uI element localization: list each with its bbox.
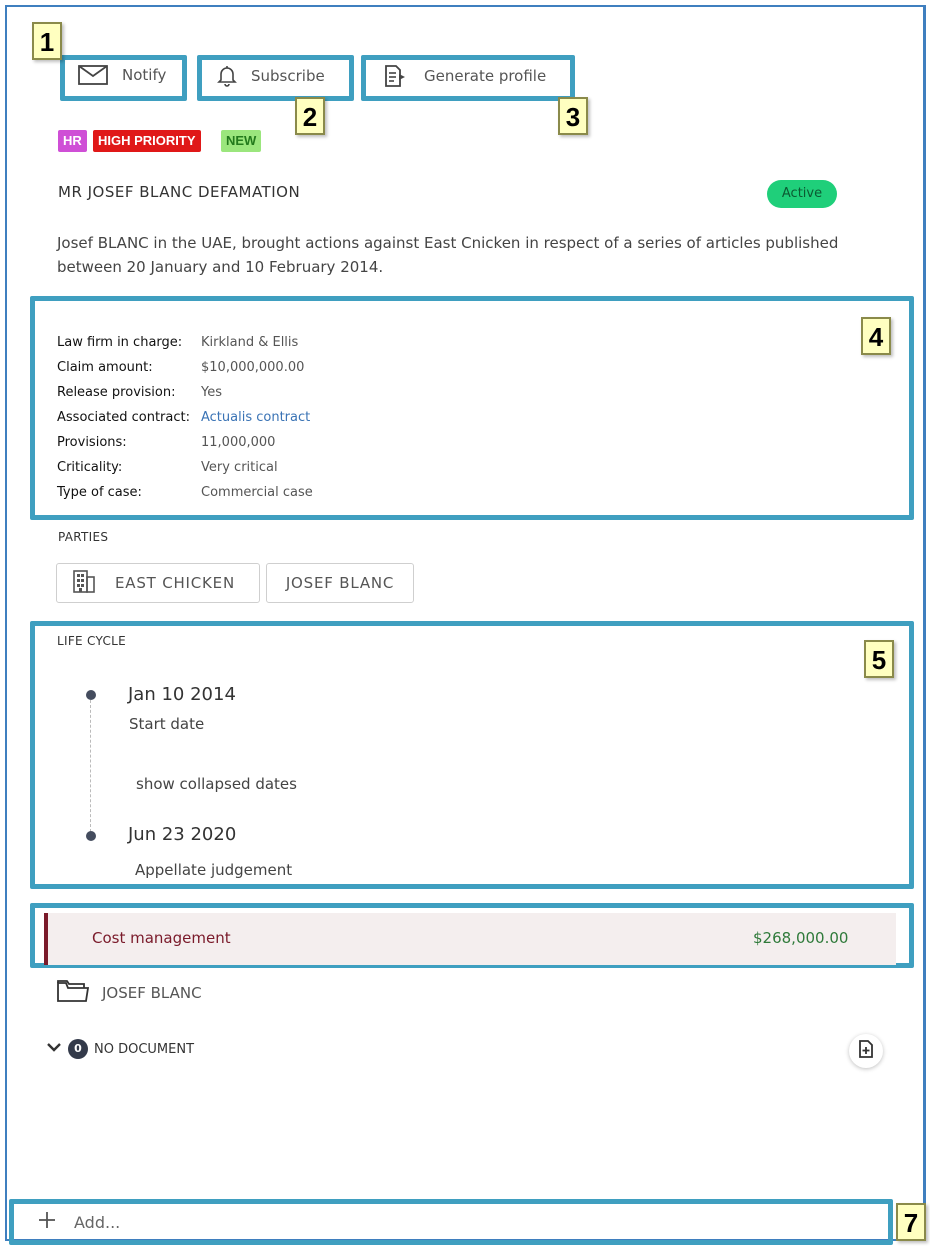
no-document-label: NO DOCUMENT <box>94 1041 195 1057</box>
hr-tag: HR <box>58 130 87 152</box>
chevron-down-icon <box>46 1041 62 1057</box>
callout-2: 2 <box>295 97 325 135</box>
cost-management-label: Cost management <box>92 929 231 947</box>
timeline-line <box>90 700 91 832</box>
party-name: EAST CHICKEN <box>115 574 235 592</box>
detail-label: Release provision: <box>57 385 176 400</box>
timeline-dot <box>86 690 96 700</box>
detail-value: Yes <box>201 385 222 400</box>
high-priority-tag: HIGH PRIORITY <box>93 130 201 152</box>
add-document-button[interactable] <box>849 1034 883 1068</box>
detail-label: Associated contract: <box>57 410 190 425</box>
highlight-notify <box>60 55 187 101</box>
document-add-icon <box>857 1039 875 1063</box>
folder-item[interactable]: JOSEF BLANC <box>56 978 202 1008</box>
timeline-date: Jan 10 2014 <box>128 684 236 705</box>
cost-amount: $268,000.00 <box>753 929 849 947</box>
detail-row-claim-amount: Claim amount: $10,000,000.00 <box>57 355 313 380</box>
detail-value: $10,000,000.00 <box>201 360 305 375</box>
parties-heading: PARTIES <box>58 530 109 544</box>
highlight-subscribe <box>197 55 354 101</box>
cost-management-row[interactable]: Cost management $268,000.00 <box>44 913 896 965</box>
detail-row-associated-contract: Associated contract: Actualis contract <box>57 405 313 430</box>
detail-value: Commercial case <box>201 485 313 500</box>
documents-toggle[interactable]: 0 NO DOCUMENT <box>46 1039 194 1059</box>
detail-label: Claim amount: <box>57 360 153 375</box>
detail-row-release-provision: Release provision: Yes <box>57 380 313 405</box>
party-name: JOSEF BLANC <box>285 574 395 592</box>
case-details: Law firm in charge: Kirkland & Ellis Clai… <box>57 330 313 505</box>
folder-name: JOSEF BLANC <box>102 984 202 1002</box>
status-badge: Active <box>767 180 837 208</box>
party-chip-east-chicken[interactable]: EAST CHICKEN <box>56 563 260 603</box>
folder-icon <box>56 978 90 1008</box>
show-collapsed-dates-link[interactable]: show collapsed dates <box>136 775 297 793</box>
party-chip-josef-blanc[interactable]: JOSEF BLANC <box>266 563 414 603</box>
highlight-lifecycle <box>30 621 914 889</box>
add-input[interactable]: Add... <box>12 1202 892 1242</box>
detail-label: Criticality: <box>57 460 123 475</box>
detail-row-type-of-case: Type of case: Commercial case <box>57 480 313 505</box>
new-tag: NEW <box>221 130 262 152</box>
timeline-date: Jun 23 2020 <box>128 824 237 845</box>
timeline-dot <box>86 831 96 841</box>
detail-value: Kirkland & Ellis <box>201 335 299 350</box>
document-count-badge: 0 <box>68 1039 88 1059</box>
case-title: MR JOSEF BLANC DEFAMATION <box>58 183 301 201</box>
callout-5: 5 <box>864 640 894 678</box>
detail-value: Very critical <box>201 460 278 475</box>
callout-1: 1 <box>32 22 62 60</box>
case-description: Josef BLANC in the UAE, brought actions … <box>57 234 839 276</box>
detail-label: Provisions: <box>57 435 127 450</box>
detail-value: 11,000,000 <box>201 435 276 450</box>
associated-contract-link[interactable]: Actualis contract <box>201 410 310 425</box>
detail-row-provisions: Provisions: 11,000,000 <box>57 430 313 455</box>
timeline-label: Start date <box>129 715 205 733</box>
lifecycle-heading: LIFE CYCLE <box>57 634 127 648</box>
highlight-generate-profile <box>361 55 575 101</box>
timeline-label: Appellate judgement <box>135 861 293 879</box>
callout-7: 7 <box>896 1203 926 1241</box>
callout-3: 3 <box>558 97 588 135</box>
detail-row-law-firm: Law firm in charge: Kirkland & Ellis <box>57 330 313 355</box>
building-icon <box>71 568 97 598</box>
add-placeholder: Add... <box>74 1212 121 1232</box>
detail-label: Law firm in charge: <box>57 335 183 350</box>
detail-row-criticality: Criticality: Very critical <box>57 455 313 480</box>
detail-label: Type of case: <box>57 485 142 500</box>
callout-4: 4 <box>861 317 891 355</box>
plus-icon <box>38 1211 56 1233</box>
